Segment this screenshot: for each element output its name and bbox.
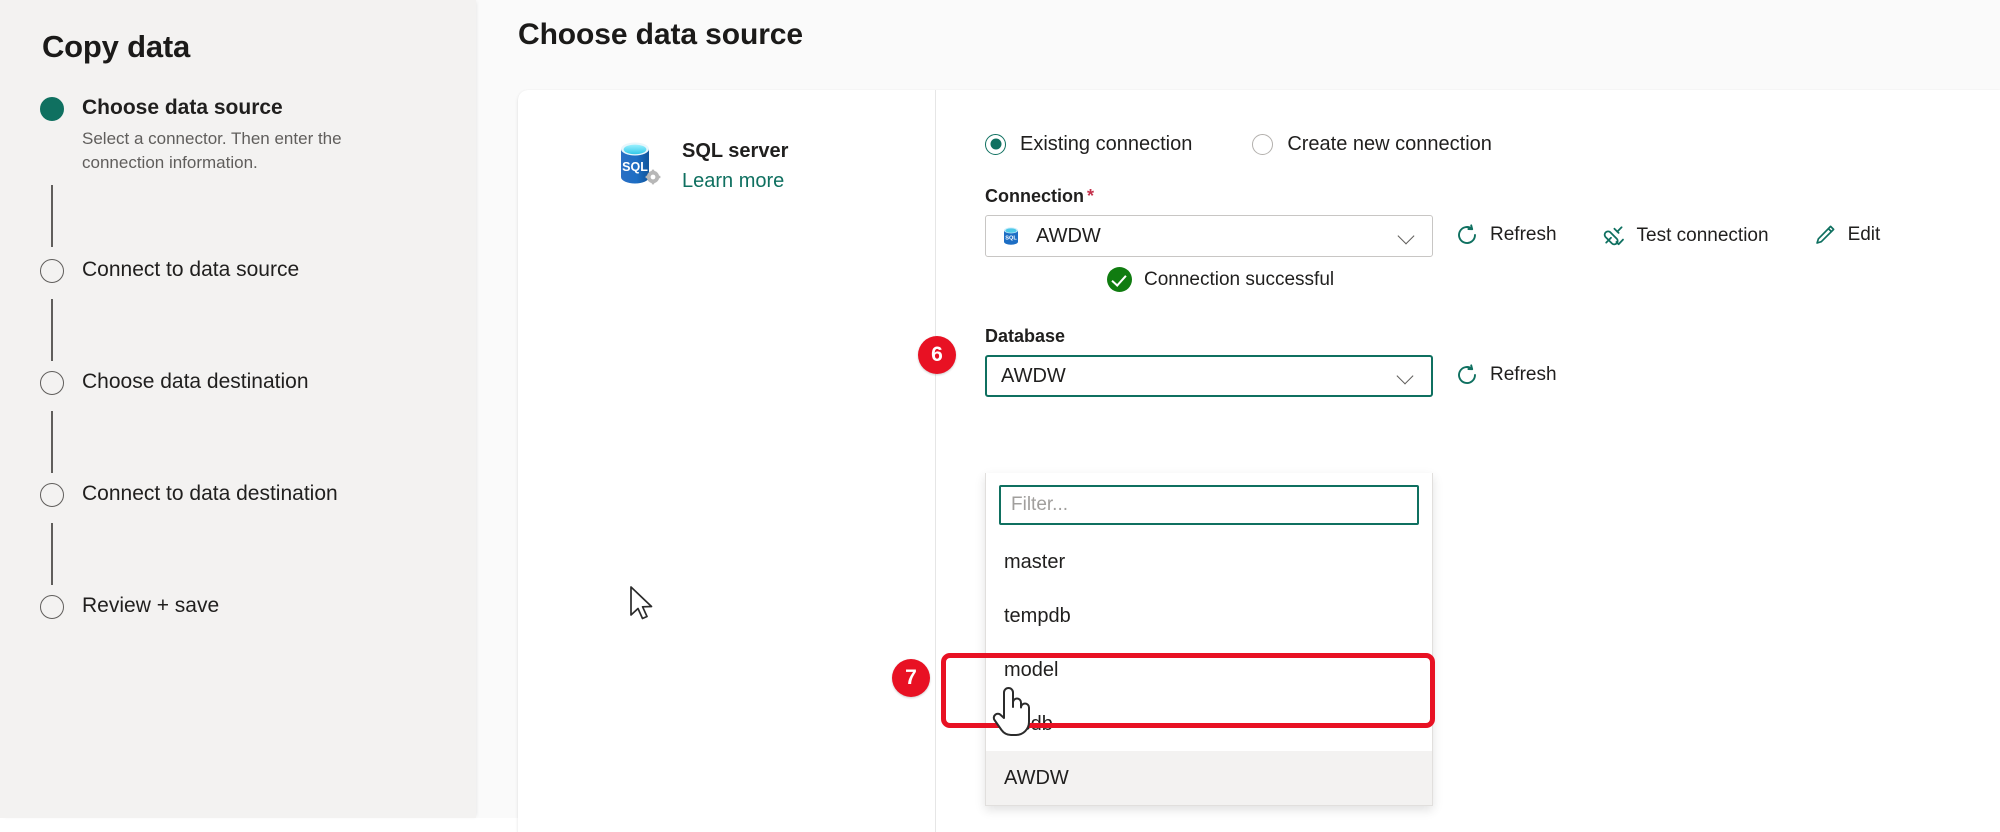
connector-summary: SQL <box>612 136 935 195</box>
connection-actions: Refresh <box>1433 215 1902 248</box>
test-connection-label: Test connection <box>1637 224 1769 248</box>
success-check-icon <box>1107 267 1132 292</box>
connection-mode-radio-group: Existing connection Create new connectio… <box>985 132 2000 156</box>
svg-text:SQL: SQL <box>1005 236 1017 242</box>
connection-combobox[interactable]: SQL AWDW <box>985 215 1433 257</box>
sql-server-mini-icon: SQL <box>1000 225 1022 247</box>
step-connector-line <box>51 411 53 473</box>
app-root: Copy data Choose data source Select a co… <box>0 0 2000 818</box>
radio-existing-connection-label: Existing connection <box>1020 132 1192 156</box>
sql-server-icon: SQL <box>612 138 664 190</box>
database-filter-wrap <box>986 485 1432 535</box>
database-option-master[interactable]: master <box>986 535 1432 589</box>
database-option-awdw[interactable]: AWDW <box>986 751 1432 805</box>
sidebar-step-connect-to-data-source[interactable]: Connect to data source <box>40 257 476 291</box>
refresh-icon <box>1455 223 1479 247</box>
step-label: Connect to data source <box>82 257 476 283</box>
step-connector-line <box>51 523 53 585</box>
connection-field-label: Connection* <box>985 184 2000 208</box>
chevron-down-icon <box>1397 367 1415 385</box>
annotation-badge-7: 7 <box>892 659 930 697</box>
connection-form-column: Existing connection Create new connectio… <box>937 90 2000 832</box>
sidebar-step-choose-data-destination[interactable]: Choose data destination <box>40 369 476 403</box>
database-dropdown-list: master tempdb model msdb AWDW <box>985 473 1433 806</box>
connector-name: SQL server <box>682 138 788 165</box>
connector-column: SQL <box>518 90 936 832</box>
connection-refresh-label: Refresh <box>1490 223 1557 247</box>
refresh-icon <box>1455 363 1479 387</box>
radio-existing-connection[interactable]: Existing connection <box>985 132 1192 156</box>
step-description: Select a connector. Then enter the conne… <box>82 127 402 175</box>
database-field-row: AWDW Refresh <box>985 355 2000 397</box>
sidebar-step-review-save[interactable]: Review + save <box>40 593 476 627</box>
radio-selected-icon <box>985 134 1006 155</box>
connection-combobox-value: AWDW <box>1036 224 1398 248</box>
annotation-badge-6: 6 <box>918 336 956 374</box>
data-source-card: SQL <box>518 90 2000 832</box>
edit-connection-label: Edit <box>1848 223 1881 247</box>
connection-status-label: Connection successful <box>1144 268 1334 292</box>
step-connector-line <box>51 185 53 247</box>
edit-connection-button[interactable]: Edit <box>1791 223 1903 247</box>
database-actions: Refresh <box>1433 355 1579 387</box>
database-option-model[interactable]: model <box>986 643 1432 697</box>
step-label: Choose data source <box>82 95 476 121</box>
database-field-label: Database <box>985 324 2000 348</box>
test-connection-button[interactable]: Test connection <box>1579 223 1791 248</box>
database-combobox-value: AWDW <box>1001 364 1397 388</box>
step-label: Choose data destination <box>82 369 476 395</box>
database-filter-input[interactable] <box>999 485 1419 525</box>
pencil-edit-icon <box>1813 223 1837 247</box>
radio-create-new-connection[interactable]: Create new connection <box>1252 132 1492 156</box>
page-title: Copy data <box>42 28 476 65</box>
main-heading: Choose data source <box>476 0 2000 56</box>
sidebar-step-connect-to-data-destination[interactable]: Connect to data destination <box>40 481 476 515</box>
required-asterisk: * <box>1087 186 1094 206</box>
step-label: Connect to data destination <box>82 481 476 507</box>
step-connector-line <box>51 299 53 361</box>
step-label: Review + save <box>82 593 476 619</box>
connection-refresh-button[interactable]: Refresh <box>1433 223 1579 247</box>
chevron-down-icon <box>1398 227 1416 245</box>
wizard-sidebar: Copy data Choose data source Select a co… <box>0 0 476 818</box>
main-panel: Choose data source <box>476 0 2000 818</box>
learn-more-link[interactable]: Learn more <box>682 167 788 195</box>
connector-text: SQL server Learn more <box>682 136 788 195</box>
step-bullet-pending-icon <box>40 259 64 283</box>
database-option-tempdb[interactable]: tempdb <box>986 589 1432 643</box>
database-refresh-label: Refresh <box>1490 363 1557 387</box>
database-refresh-button[interactable]: Refresh <box>1433 363 1579 387</box>
svg-text:SQL: SQL <box>622 160 648 174</box>
step-bullet-pending-icon <box>40 595 64 619</box>
step-bullet-pending-icon <box>40 371 64 395</box>
database-combobox[interactable]: AWDW <box>985 355 1433 397</box>
sidebar-step-choose-data-source[interactable]: Choose data source Select a connector. T… <box>40 95 476 175</box>
connection-label-text: Connection <box>985 186 1084 206</box>
step-bullet-pending-icon <box>40 483 64 507</box>
connection-field-row: SQL AWDW Refresh <box>985 215 2000 257</box>
database-option-msdb[interactable]: msdb <box>986 697 1432 751</box>
step-bullet-complete-icon <box>40 97 64 121</box>
radio-create-new-connection-label: Create new connection <box>1287 132 1492 156</box>
radio-unselected-icon <box>1252 134 1273 155</box>
plug-check-icon <box>1601 223 1626 248</box>
connection-status: Connection successful <box>1107 267 2000 292</box>
database-field-block: Database AWDW Refr <box>985 324 2000 397</box>
wizard-step-list: Choose data source Select a connector. T… <box>40 95 476 627</box>
